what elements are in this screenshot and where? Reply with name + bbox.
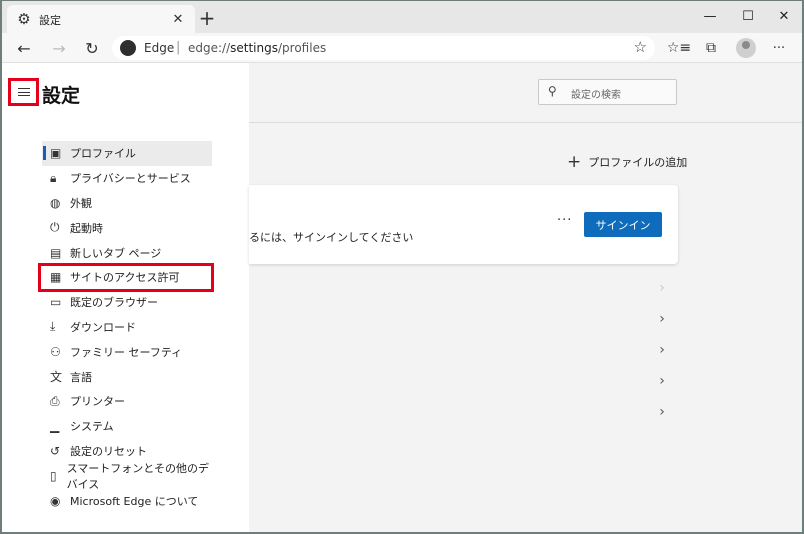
sidebar-item[interactable]: ▤ 新しいタブ ページ	[42, 240, 212, 265]
sidebar-item[interactable]: 文言語	[42, 364, 212, 389]
download-icon: ⤓	[50, 319, 56, 334]
favorites-icon[interactable]: ☆≡	[667, 37, 691, 59]
address-separator: |	[176, 40, 181, 55]
forward-button[interactable]: →	[47, 37, 71, 59]
profile-card: るには、サインインしてください ··· サインイン	[249, 185, 678, 264]
sidebar-item[interactable]: ▦ サイトのアクセス許可	[38, 263, 214, 292]
lock-icon: 🔒︎	[50, 170, 57, 185]
sidebar-item-label: ファミリー セーフティ	[70, 345, 183, 359]
edge-logo-icon: ◉	[50, 493, 61, 508]
sidebar-item-label: サイトのアクセス許可	[70, 271, 180, 285]
family-icon: ⚇	[50, 344, 61, 359]
sidebar-item-label: 設定のリセット	[70, 444, 147, 458]
page-title: 設定	[42, 85, 81, 107]
signin-button[interactable]: サインイン	[584, 212, 662, 237]
browser-window: ⚙ 設定 ✕ + — ☐ ✕ ← → ↻ Edge | edge://setti…	[2, 1, 802, 532]
settings-nav: ▣ プロファイル 🔒︎ プライバシーとサービス ◍ 外観 ⏻ 起動時 ▤ 新しいタブ ページ ▦ サイ…	[38, 141, 214, 513]
hamburger-icon	[17, 88, 30, 96]
sidebar-item[interactable]: ⎙ プリンター	[42, 389, 212, 414]
new-tab-button[interactable]: +	[196, 6, 218, 30]
plus-icon: +	[567, 152, 582, 172]
chevron-right-icon[interactable]: ›	[656, 404, 668, 420]
chevron-right-icon[interactable]: ›	[656, 342, 668, 358]
search-icon: ⚲	[548, 84, 557, 98]
site-name: Edge	[144, 41, 175, 55]
toolbar: ← → ↻ Edge | edge://settings/profiles ☆ …	[2, 33, 802, 63]
sidebar-item[interactable]: ⤓ ダウンロード	[42, 315, 212, 340]
site-permissions-icon: ▦	[50, 270, 62, 285]
main-content: ⚲ 設定の検索 + プロファイルの追加 るには、サインインしてください ··· …	[249, 63, 802, 532]
favorite-star-icon[interactable]: ☆	[634, 38, 647, 56]
sidebar-item[interactable]: ⏻ 起動時	[42, 215, 212, 240]
phone-icon: ▯	[50, 468, 57, 483]
add-profile-label: プロファイルの追加	[588, 156, 688, 169]
add-profile-button[interactable]: + プロファイルの追加	[567, 152, 687, 172]
chevron-right-icon[interactable]: ›	[656, 373, 668, 389]
close-window-button[interactable]: ✕	[766, 1, 802, 31]
title-bar: ⚙ 設定 ✕ + — ☐ ✕	[2, 1, 802, 33]
sidebar-item[interactable]: 🔒︎ プライバシーとサービス	[42, 166, 212, 191]
sidebar-item-label: 既定のブラウザー	[70, 296, 158, 310]
hamburger-menu-button[interactable]	[8, 78, 39, 106]
maximize-button[interactable]: ☐	[730, 1, 766, 31]
power-icon: ⏻	[50, 220, 60, 235]
back-button[interactable]: ←	[12, 37, 36, 59]
tab-title: 設定	[39, 14, 61, 27]
sidebar-item-label: プロファイル	[70, 147, 136, 161]
sidebar-item-label: Microsoft Edge について	[70, 494, 199, 508]
sidebar-item-label: ダウンロード	[70, 320, 136, 334]
address-bar[interactable]: Edge | edge://settings/profiles ☆	[112, 36, 655, 60]
edge-logo-icon	[120, 40, 136, 56]
sidebar-item-label: システム	[70, 420, 114, 434]
sidebar-item-label: 新しいタブ ページ	[70, 246, 162, 260]
header-divider	[249, 122, 802, 123]
profile-icon: ▣	[50, 146, 62, 161]
avatar[interactable]	[736, 38, 756, 58]
sidebar-item[interactable]: ◉ Microsoft Edge について	[42, 488, 212, 513]
printer-icon: ⎙	[50, 393, 60, 408]
reset-icon: ↺	[50, 443, 61, 458]
sidebar-item[interactable]: ◍ 外観	[42, 191, 212, 216]
more-menu-button[interactable]: ···	[767, 37, 791, 59]
card-more-button[interactable]: ···	[557, 213, 572, 228]
newtab-page-icon: ▤	[50, 245, 62, 260]
minimize-button[interactable]: —	[692, 1, 728, 31]
sidebar-item-label: プライバシーとサービス	[70, 172, 191, 186]
sidebar-item[interactable]: ▭ 既定のブラウザー	[42, 290, 212, 315]
tab-settings[interactable]: ⚙ 設定 ✕	[7, 5, 195, 33]
settings-sidebar: 設定 ▣ プロファイル 🔒︎ プライバシーとサービス ◍ 外観 ⏻ 起動時 ▤ 新しいタブ ページ…	[2, 63, 249, 532]
sidebar-item[interactable]: ▣ プロファイル	[42, 141, 212, 166]
sidebar-item[interactable]: ▯ スマートフォンとその他のデバイス	[42, 462, 212, 491]
chevron-right-icon[interactable]: ›	[656, 311, 668, 327]
palette-icon: ◍	[50, 195, 61, 210]
chevron-right-icon[interactable]: ›	[656, 280, 668, 296]
tab-close-icon[interactable]: ✕	[169, 10, 187, 28]
signin-message: るには、サインインしてください	[249, 231, 414, 244]
collections-icon[interactable]: ⧉	[699, 37, 723, 59]
sidebar-item-label: プリンター	[70, 395, 125, 409]
url-text[interactable]: edge://settings/profiles	[188, 41, 326, 55]
sidebar-item-label: 外観	[70, 196, 92, 210]
sidebar-item[interactable]: ▁ システム	[42, 414, 212, 439]
sidebar-item-label: 起動時	[70, 221, 103, 235]
sidebar-item-label: スマートフォンとその他のデバイス	[66, 461, 209, 491]
search-placeholder: 設定の検索	[571, 90, 621, 101]
system-icon: ▁	[50, 419, 60, 434]
refresh-button[interactable]: ↻	[80, 37, 104, 59]
browser-icon: ▭	[50, 295, 62, 310]
search-input[interactable]: ⚲ 設定の検索	[538, 79, 677, 105]
sidebar-item-label: 言語	[70, 370, 92, 384]
gear-icon: ⚙	[17, 10, 31, 28]
sidebar-item[interactable]: ⚇ ファミリー セーフティ	[42, 339, 212, 364]
language-icon: 文	[50, 370, 63, 385]
